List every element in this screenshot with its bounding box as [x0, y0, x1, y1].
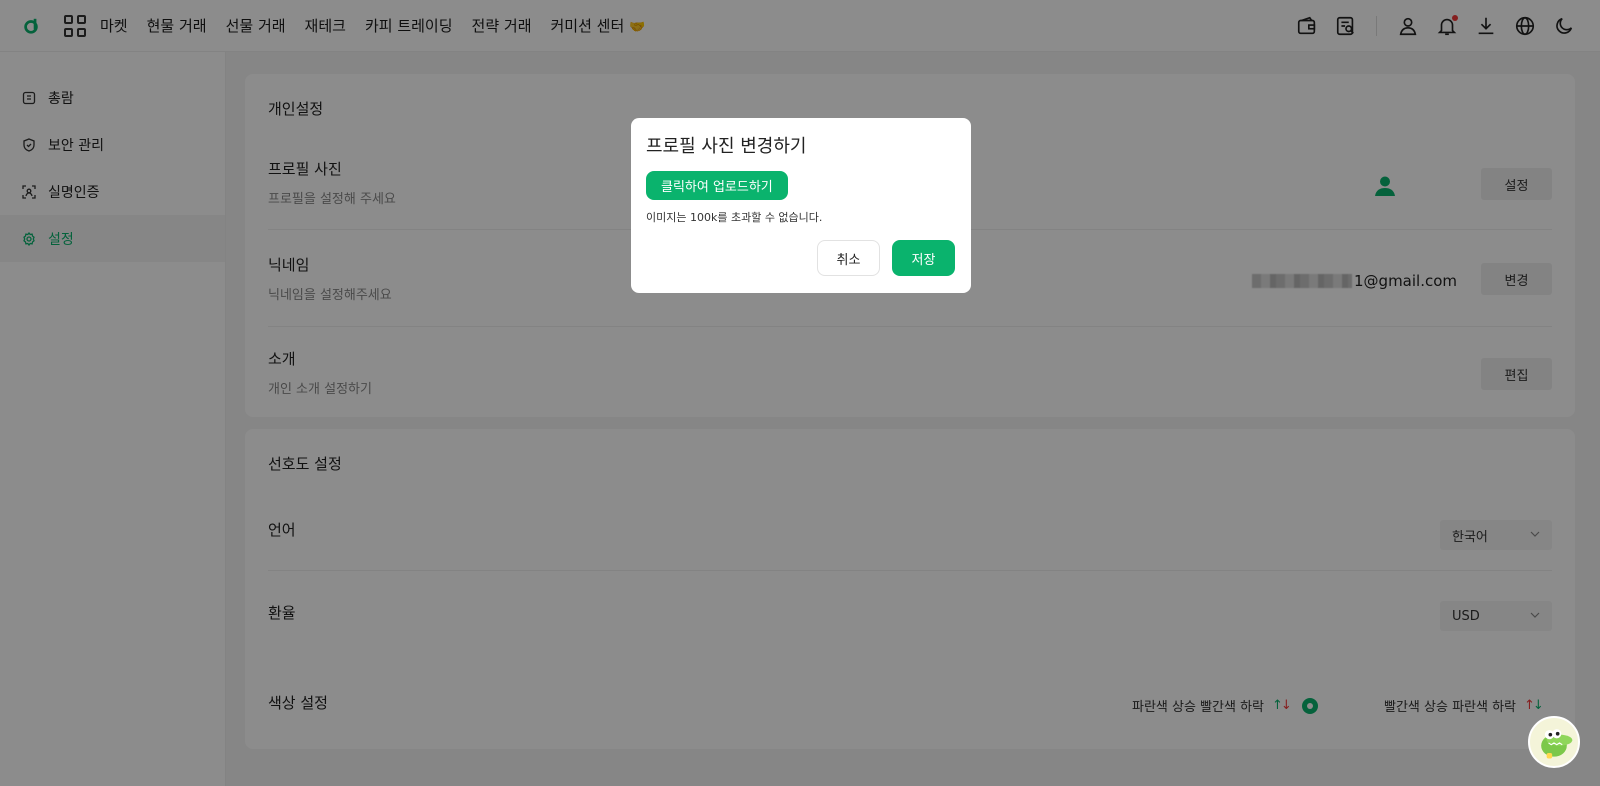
cancel-button[interactable]: 취소: [817, 240, 880, 276]
dialog-title: 프로필 사진 변경하기: [646, 136, 807, 157]
crocodile-mascot-icon[interactable]: [1528, 716, 1580, 768]
upload-button[interactable]: 클릭하여 업로드하기: [646, 171, 788, 200]
change-profile-photo-dialog: 프로필 사진 변경하기 클릭하여 업로드하기 이미지는 100k를 초과할 수 …: [631, 118, 971, 293]
save-button[interactable]: 저장: [892, 240, 955, 276]
upload-size-note: 이미지는 100k를 초과할 수 없습니다.: [646, 211, 823, 224]
